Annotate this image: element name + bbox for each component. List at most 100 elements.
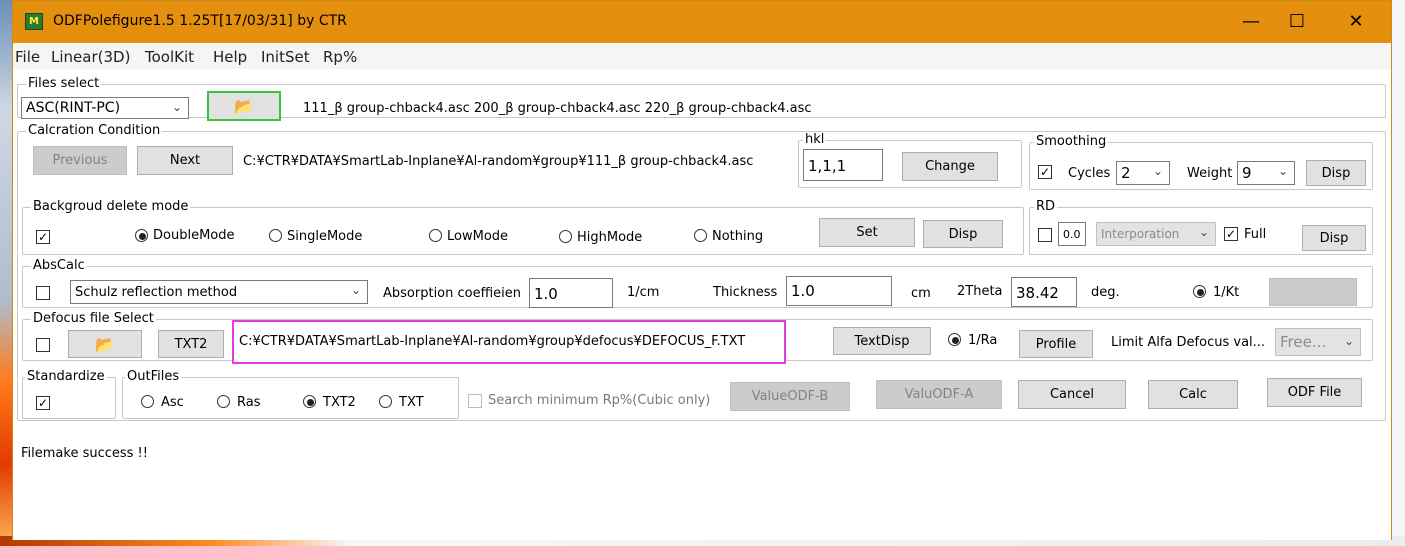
- radio-outfile-ras[interactable]: [217, 395, 230, 408]
- outfiles-group: OutFiles Asc Ras TXT2 TXT: [122, 369, 459, 419]
- abscalc-method-value: Schulz reflection method: [75, 285, 238, 300]
- hkl-change-button[interactable]: Change: [902, 152, 998, 181]
- outfile-ras-label: Ras: [237, 395, 261, 410]
- limit-alfa-value: Free...: [1280, 333, 1327, 351]
- cancel-button[interactable]: Cancel: [1018, 380, 1126, 409]
- search-min-rp-checkbox[interactable]: [468, 394, 482, 408]
- rd-value-input[interactable]: 0.0: [1058, 222, 1086, 246]
- hkl-legend: hkl: [803, 132, 827, 147]
- title-bar[interactable]: M ODFPolefigure1.5 1.25T[17/03/31] by CT…: [13, 1, 1391, 43]
- ra-label: 1/Ra: [968, 333, 998, 348]
- current-file-path: C:¥CTR¥DATA¥SmartLab-Inplane¥Al-random¥g…: [243, 154, 754, 169]
- background-disp-button[interactable]: Disp: [923, 220, 1003, 248]
- rd-disp-button[interactable]: Disp: [1302, 225, 1366, 251]
- rd-legend: RD: [1034, 199, 1058, 214]
- background-delete-checkbox[interactable]: ✓: [36, 230, 50, 244]
- folder-open-icon: 📂: [95, 334, 115, 354]
- menu-rp-percent[interactable]: Rp%: [323, 48, 357, 66]
- radio-singlemode[interactable]: [269, 229, 282, 242]
- previous-button[interactable]: Previous: [33, 146, 127, 175]
- desktop-background-right: [1392, 0, 1405, 546]
- minimize-button[interactable]: —: [1228, 1, 1274, 43]
- rd-mode-value: Interporation: [1101, 227, 1180, 241]
- smoothing-checkbox[interactable]: ✓: [1038, 165, 1052, 179]
- desktop-background-left: [0, 0, 12, 546]
- smoothing-group: Smoothing ✓ Cycles 2 ⌄ Weight 9 ⌄ Disp: [1029, 134, 1373, 190]
- smoothing-disp-button[interactable]: Disp: [1306, 160, 1366, 186]
- maximize-button[interactable]: ☐: [1274, 1, 1320, 43]
- limit-alfa-combo[interactable]: Free... ⌄: [1275, 328, 1361, 356]
- radio-outfile-txt[interactable]: [379, 395, 392, 408]
- rd-group: RD 0.0 Interporation ⌄ ✓ Full Disp: [1029, 199, 1373, 255]
- calc-button[interactable]: Calc: [1148, 380, 1238, 409]
- next-button[interactable]: Next: [137, 146, 233, 175]
- thickness-label: Thickness: [713, 285, 778, 300]
- background-set-button[interactable]: Set: [819, 218, 915, 247]
- radio-lowmode[interactable]: [429, 229, 442, 242]
- hkl-group: hkl 1,1,1 Change: [798, 132, 1022, 188]
- thickness-input[interactable]: 1.0: [786, 276, 892, 306]
- chevron-down-icon: ⌄: [1198, 225, 1209, 239]
- background-delete-group: Backgroud delete mode ✓ DoubleMode Singl…: [22, 199, 1024, 255]
- radio-doublemode[interactable]: [135, 229, 148, 242]
- rd-checkbox[interactable]: [1038, 228, 1052, 242]
- radio-1-kt[interactable]: [1193, 285, 1206, 298]
- chevron-down-icon: ⌄: [1343, 334, 1354, 348]
- abscalc-checkbox[interactable]: [36, 286, 50, 300]
- hkl-input[interactable]: 1,1,1: [803, 149, 883, 181]
- profile-button[interactable]: Profile: [1019, 330, 1093, 358]
- rd-full-checkbox[interactable]: ✓: [1224, 227, 1238, 241]
- file-format-combo[interactable]: ASC(RINT-PC) ⌄: [21, 97, 189, 119]
- menu-help[interactable]: Help: [213, 48, 247, 66]
- abscalc-method-combo[interactable]: Schulz reflection method ⌄: [70, 280, 368, 304]
- weight-combo[interactable]: 9 ⌄: [1237, 161, 1295, 185]
- cycles-label: Cycles: [1068, 166, 1111, 181]
- menu-toolkit[interactable]: ToolKit: [145, 48, 194, 66]
- status-area: Filemake success !!: [17, 435, 1386, 535]
- odf-file-button[interactable]: ODF File: [1267, 378, 1362, 407]
- menu-initset[interactable]: InitSet: [261, 48, 310, 66]
- radio-outfile-txt2[interactable]: [303, 395, 316, 408]
- status-message: Filemake success !!: [21, 446, 148, 461]
- menu-linear3d[interactable]: Linear(3D): [51, 48, 130, 66]
- defocus-txt2-button[interactable]: TXT2: [158, 330, 224, 358]
- standardize-legend: Standardize: [25, 369, 107, 384]
- value-odf-b-button[interactable]: ValueODF-B: [730, 382, 850, 411]
- kt-value-button[interactable]: [1269, 278, 1357, 306]
- absorption-input[interactable]: 1.0: [529, 278, 613, 308]
- calc-condition-group: Calcration Condition Previous Next C:¥CT…: [17, 123, 1386, 421]
- radio-outfile-asc[interactable]: [141, 395, 154, 408]
- chevron-down-icon: ⌄: [1152, 164, 1163, 178]
- files-select-group: Files select ASC(RINT-PC) ⌄ 📂 111_β grou…: [17, 76, 1386, 121]
- limit-alfa-label: Limit Alfa Defocus val...: [1111, 335, 1266, 350]
- search-min-rp-label: Search minimum Rp%(Cubic only): [488, 393, 711, 408]
- nothing-label: Nothing: [712, 229, 764, 244]
- radio-highmode[interactable]: [559, 230, 572, 243]
- standardize-checkbox[interactable]: ✓: [36, 396, 50, 410]
- abscalc-legend: AbsCalc: [31, 258, 87, 273]
- defocus-checkbox[interactable]: [36, 338, 50, 352]
- close-button[interactable]: ✕: [1333, 1, 1379, 43]
- radio-1-ra[interactable]: [948, 333, 961, 346]
- selected-files-label: 111_β group-chback4.asc 200_β group-chba…: [303, 101, 812, 116]
- smoothing-legend: Smoothing: [1034, 134, 1109, 149]
- app-icon: M: [25, 13, 43, 30]
- outfile-txt2-label: TXT2: [323, 395, 356, 410]
- doublemode-label: DoubleMode: [153, 228, 235, 243]
- menu-file[interactable]: File: [15, 48, 40, 66]
- cycles-combo[interactable]: 2 ⌄: [1116, 161, 1170, 185]
- textdisp-button[interactable]: TextDisp: [833, 327, 931, 355]
- valu-odf-a-button[interactable]: ValuODF-A: [876, 380, 1002, 409]
- defocus-path: C:¥CTR¥DATA¥SmartLab-Inplane¥Al-random¥g…: [239, 334, 746, 349]
- twotheta-input[interactable]: 38.42: [1011, 277, 1077, 307]
- abscalc-group: AbsCalc Schulz reflection method ⌄ Absor…: [22, 258, 1373, 308]
- files-select-legend: Files select: [26, 76, 102, 91]
- rd-mode-combo[interactable]: Interporation ⌄: [1096, 222, 1216, 246]
- radio-nothing[interactable]: [694, 229, 707, 242]
- twotheta-unit: deg.: [1091, 285, 1120, 300]
- open-files-button[interactable]: 📂: [207, 91, 281, 121]
- defocus-open-button[interactable]: 📂: [68, 330, 142, 358]
- client-area: Files select ASC(RINT-PC) ⌄ 📂 111_β grou…: [13, 69, 1391, 540]
- absorption-unit: 1/cm: [627, 285, 660, 300]
- singlemode-label: SingleMode: [287, 229, 363, 244]
